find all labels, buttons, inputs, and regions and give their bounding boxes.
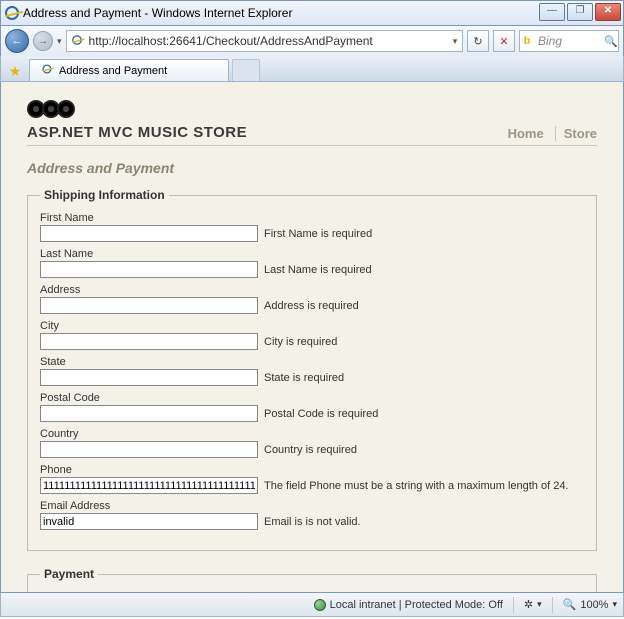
field-input-4[interactable] (40, 369, 258, 386)
field-input-5[interactable] (40, 405, 258, 422)
zone-text: Local intranet | Protected Mode: Off (330, 599, 503, 611)
address-input[interactable] (89, 32, 448, 50)
site-nav: Home Store (500, 126, 597, 141)
forward-button[interactable]: → (33, 31, 53, 51)
payment-legend: Payment (40, 567, 98, 581)
validation-msg: Address is required (264, 300, 359, 312)
zoom-control[interactable]: 🔍 100% ▾ (563, 598, 617, 611)
bing-icon: b (520, 35, 534, 47)
recent-dropdown-icon[interactable]: ▾ (57, 36, 62, 47)
search-placeholder: Bing (534, 34, 604, 48)
minimize-button[interactable]: — (539, 3, 565, 21)
site-logo (27, 100, 247, 118)
stop-button[interactable]: ✕ (493, 30, 515, 52)
tab-label: Address and Payment (59, 65, 167, 77)
divider (513, 597, 514, 613)
field-label: Phone (40, 464, 584, 476)
field-label: Address (40, 284, 584, 296)
new-tab-button[interactable] (232, 59, 260, 81)
field-input-8[interactable] (40, 513, 258, 530)
nav-home[interactable]: Home (508, 126, 544, 141)
page-tools[interactable]: ✲ ▾ (524, 598, 542, 611)
address-dropdown-icon[interactable]: ▾ (448, 36, 462, 47)
field-label: Postal Code (40, 392, 584, 404)
field-label: City (40, 320, 584, 332)
validation-msg: State is required (264, 372, 344, 384)
ie-icon (5, 6, 19, 20)
arrow-right-icon: → (38, 35, 49, 47)
field-label: Last Name (40, 248, 584, 260)
page-title: Address and Payment (27, 160, 597, 176)
field-input-1[interactable] (40, 261, 258, 278)
search-box[interactable]: b Bing 🔍 (519, 30, 619, 52)
status-bar: Local intranet | Protected Mode: Off ✲ ▾… (0, 593, 624, 617)
shipping-legend: Shipping Information (40, 188, 169, 202)
window-title: Address and Payment - Windows Internet E… (23, 6, 292, 20)
browser-viewport: ASP.NET MVC MUSIC STORE Home Store Addre… (0, 82, 624, 593)
validation-msg: The field Phone must be a string with a … (264, 480, 569, 492)
validation-msg: City is required (264, 336, 337, 348)
star-icon: ★ (9, 63, 22, 80)
zoom-dd-icon: ▾ (612, 599, 617, 610)
tab-ie-icon (40, 62, 54, 79)
validation-msg: Country is required (264, 444, 357, 456)
shipping-fieldset: Shipping Information First Name First Nam… (27, 188, 597, 551)
address-bar[interactable]: ▾ (66, 30, 463, 52)
close-button[interactable]: ✕ (595, 3, 621, 21)
field-label: Country (40, 428, 584, 440)
page-body: ASP.NET MVC MUSIC STORE Home Store Addre… (1, 82, 623, 593)
refresh-icon: ↻ (473, 35, 482, 48)
validation-msg: Last Name is required (264, 264, 372, 276)
refresh-button[interactable]: ↻ (467, 30, 489, 52)
stop-icon: ✕ (499, 35, 508, 48)
tab-strip: ★ Address and Payment (0, 56, 624, 82)
tools-icon: ✲ (524, 598, 533, 611)
browser-navbar: ← → ▾ ▾ ↻ ✕ b Bing 🔍 (0, 26, 624, 56)
search-icon[interactable]: 🔍 (604, 35, 618, 48)
validation-msg: First Name is required (264, 228, 372, 240)
maximize-button[interactable]: ❐ (567, 3, 593, 21)
payment-fieldset: Payment We're running a promotion: all m… (27, 567, 597, 593)
arrow-left-icon: ← (12, 35, 23, 47)
window-titlebar: Address and Payment - Windows Internet E… (0, 0, 624, 26)
record-icon (57, 100, 75, 118)
field-label: First Name (40, 212, 584, 224)
zoom-text: 100% (580, 599, 608, 611)
field-label: Email Address (40, 500, 584, 512)
favorites-button[interactable]: ★ (5, 61, 25, 81)
security-zone[interactable]: Local intranet | Protected Mode: Off (314, 599, 503, 611)
zoom-icon: 🔍 (563, 598, 577, 611)
divider (552, 597, 553, 613)
validation-msg: Postal Code is required (264, 408, 378, 420)
page-icon (70, 33, 86, 49)
field-label: State (40, 356, 584, 368)
field-input-7[interactable] (40, 477, 258, 494)
nav-store[interactable]: Store (555, 126, 597, 141)
validation-msg: Email is is not valid. (264, 516, 361, 528)
field-input-0[interactable] (40, 225, 258, 242)
tools-dd-icon: ▾ (537, 599, 542, 610)
field-input-6[interactable] (40, 441, 258, 458)
back-button[interactable]: ← (5, 29, 29, 53)
site-header: ASP.NET MVC MUSIC STORE Home Store (27, 100, 597, 146)
site-title: ASP.NET MVC MUSIC STORE (27, 124, 247, 141)
field-input-3[interactable] (40, 333, 258, 350)
globe-icon (314, 599, 326, 611)
field-input-2[interactable] (40, 297, 258, 314)
tab-address-payment[interactable]: Address and Payment (29, 59, 229, 81)
